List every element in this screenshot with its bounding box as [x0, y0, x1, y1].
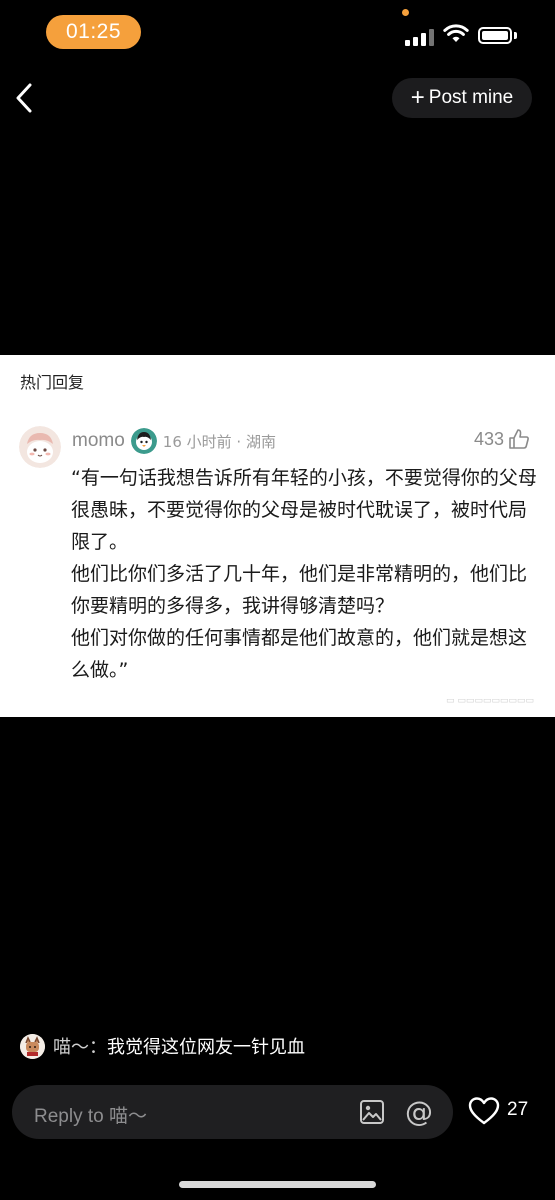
commenter-username: momo — [72, 430, 125, 451]
post-mine-label: Post mine — [428, 87, 514, 108]
battery-icon — [478, 27, 512, 44]
comment-header: momo 16 小时前 · 湖南 — [72, 428, 276, 454]
caption-text: 我觉得这位网友一针见血 — [107, 1037, 305, 1058]
post-like-count: 27 — [507, 1099, 529, 1120]
comment-like-button: 433 — [474, 428, 530, 450]
back-chevron-icon[interactable] — [10, 80, 44, 116]
cellular-signal-icon — [405, 28, 435, 46]
caption-author: 喵～： — [53, 1037, 107, 1058]
thumbs-up-icon — [509, 429, 529, 449]
comment-meta: 16 小时前 · 湖南 — [162, 432, 276, 451]
reply-input[interactable]: Reply to 喵～ @ — [12, 1085, 453, 1139]
caption-author-avatar — [20, 1033, 45, 1059]
post-mine-button[interactable]: + Post mine — [392, 78, 532, 118]
mention-icon[interactable]: @ — [405, 1096, 433, 1128]
commenter-avatar — [19, 426, 61, 468]
comment-text: “有一句话我想告诉所有年轻的小孩，不要觉得你的父母很愚昧，不要觉得你的父母是被时… — [71, 467, 537, 681]
comment-like-count: 433 — [474, 428, 505, 449]
section-title: 热门回复 — [20, 373, 85, 392]
heart-like-icon[interactable] — [468, 1096, 500, 1126]
wifi-icon — [443, 24, 469, 42]
privacy-indicator-dot — [402, 9, 409, 16]
post-caption: 喵～： 我觉得这位网友一针见血 — [20, 1033, 305, 1059]
image-picker-icon[interactable] — [359, 1099, 385, 1125]
image-watermark: ▭ ▭▭▭▭▭▭▭▭▭ — [446, 696, 534, 706]
battery-cap — [514, 32, 517, 39]
status-time: 01:25 — [46, 15, 141, 49]
status-bar: 01:25 — [0, 0, 555, 62]
home-indicator[interactable] — [179, 1181, 376, 1188]
user-badge-icon — [130, 428, 157, 454]
reply-placeholder: Reply to 喵～ — [34, 1106, 147, 1127]
plus-icon: + — [410, 84, 425, 111]
